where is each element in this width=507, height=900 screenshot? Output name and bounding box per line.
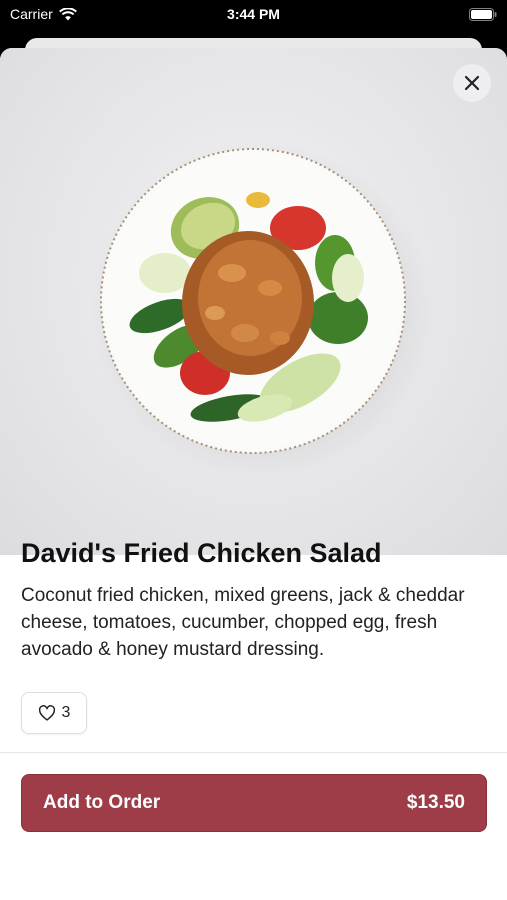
like-button[interactable]: 3: [21, 692, 87, 734]
heart-icon: [38, 705, 55, 721]
add-to-order-label: Add to Order: [43, 792, 161, 813]
salad-bowl-illustration: [90, 142, 434, 478]
divider: [0, 752, 507, 753]
status-time: 3:44 PM: [227, 6, 280, 22]
status-bar: Carrier 3:44 PM: [0, 0, 507, 30]
battery-icon: [469, 8, 497, 24]
like-count: 3: [61, 704, 71, 721]
item-title: David's Fried Chicken Salad: [21, 538, 382, 568]
item-photo: [0, 48, 507, 555]
item-description: Coconut fried chicken, mixed greens, jac…: [21, 585, 465, 660]
add-to-order-button[interactable]: Add to Order $13.50: [21, 774, 487, 832]
close-button[interactable]: [453, 64, 491, 102]
item-detail-sheet: [0, 48, 507, 900]
order-price: $13.50: [406, 792, 465, 813]
close-icon: [464, 75, 480, 91]
